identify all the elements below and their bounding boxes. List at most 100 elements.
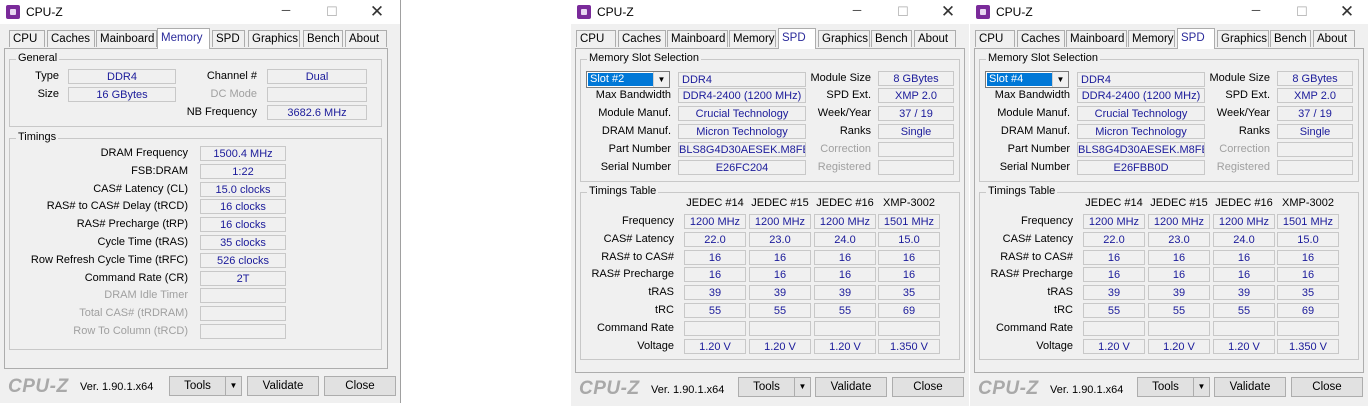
tab-about[interactable]: About bbox=[914, 30, 956, 47]
timing-cell: 23.0 bbox=[1148, 231, 1210, 247]
tab-bench[interactable]: Bench bbox=[303, 30, 343, 47]
tab-graphics[interactable]: Graphics bbox=[1217, 30, 1269, 47]
title-bar[interactable]: CPU-Z ─ ☐ ✕ bbox=[571, 0, 969, 24]
timing-label: Command Rate (CR) bbox=[84, 271, 188, 284]
tab-spd[interactable]: SPD bbox=[1177, 28, 1215, 49]
timings-group-title: Timings bbox=[16, 131, 59, 143]
version-label: Ver. 1.90.1.x64 bbox=[1050, 384, 1124, 396]
timing-value: 526 clocks bbox=[200, 252, 286, 268]
week-year-label: Week/Year bbox=[1216, 107, 1270, 119]
tab-caches[interactable]: Caches bbox=[1017, 30, 1065, 47]
validate-button[interactable]: Validate bbox=[1214, 377, 1286, 397]
tab-bench[interactable]: Bench bbox=[871, 30, 912, 47]
tab-cpu[interactable]: CPU bbox=[576, 30, 616, 47]
ranks-label: Ranks bbox=[839, 125, 871, 137]
timings-table-title: Timings Table bbox=[587, 185, 659, 197]
chevron-down-icon[interactable]: ▼ bbox=[1052, 72, 1068, 87]
timing-cell: 16 bbox=[878, 267, 940, 283]
cpuz-logo: CPU-Z bbox=[978, 378, 1039, 399]
tab-graphics[interactable]: Graphics bbox=[248, 30, 300, 47]
timing-cell: 15.0 bbox=[1277, 231, 1339, 247]
timing-cell: 1.20 V bbox=[1148, 338, 1210, 354]
timing-cell: 16 bbox=[1148, 249, 1210, 265]
timing-cell: 22.0 bbox=[684, 231, 746, 247]
tab-spd[interactable]: SPD bbox=[778, 28, 816, 49]
cpuz-app-icon bbox=[976, 5, 990, 19]
dc-mode-label: DC Mode bbox=[210, 88, 257, 100]
tab-mainboard[interactable]: Mainboard bbox=[667, 30, 728, 47]
timing-cell bbox=[814, 320, 876, 336]
tools-dropdown-icon[interactable]: ▼ bbox=[1193, 377, 1210, 397]
correction-label: Correction bbox=[1219, 143, 1270, 155]
title-bar[interactable]: CPU-Z ─ ☐ ✕ bbox=[0, 0, 400, 24]
module-type-value: DDR4 bbox=[678, 72, 806, 87]
timing-cell: 16 bbox=[1277, 249, 1339, 265]
minimize-icon[interactable]: ─ bbox=[275, 3, 297, 21]
validate-button[interactable]: Validate bbox=[247, 376, 319, 396]
timing-value: 16 clocks bbox=[200, 199, 286, 215]
close-button[interactable]: Close bbox=[1291, 377, 1363, 397]
slot-select[interactable]: Slot #2 ▼ bbox=[586, 71, 670, 88]
slot-select[interactable]: Slot #4 ▼ bbox=[985, 71, 1069, 88]
timing-row-label: tRC bbox=[655, 304, 674, 316]
timing-cell: 1200 MHz bbox=[814, 214, 876, 229]
tab-memory[interactable]: Memory bbox=[1128, 30, 1175, 47]
timing-row-label: Frequency bbox=[622, 215, 674, 227]
timings-group: Timings DRAM Frequency 1500.4 MHz FSB:DRAM… bbox=[9, 131, 382, 350]
tab-memory[interactable]: Memory bbox=[729, 30, 776, 47]
tab-cpu[interactable]: CPU bbox=[975, 30, 1015, 47]
tab-bench[interactable]: Bench bbox=[1270, 30, 1311, 47]
tab-cpu[interactable]: CPU bbox=[9, 30, 45, 47]
tab-mainboard[interactable]: Mainboard bbox=[1066, 30, 1127, 47]
close-button[interactable]: Close bbox=[324, 376, 396, 396]
tools-dropdown-icon[interactable]: ▼ bbox=[794, 377, 811, 397]
tab-about[interactable]: About bbox=[345, 30, 387, 47]
timing-cell: 55 bbox=[1213, 303, 1275, 318]
minimize-icon[interactable]: ─ bbox=[1245, 3, 1267, 21]
max-bandwidth-label: Max Bandwidth bbox=[994, 89, 1070, 101]
maximize-icon[interactable]: ☐ bbox=[1291, 3, 1313, 21]
module-manuf-value: Crucial Technology bbox=[1077, 106, 1205, 121]
timing-cell: 24.0 bbox=[814, 231, 876, 247]
ranks-value: Single bbox=[878, 124, 954, 139]
tab-caches[interactable]: Caches bbox=[618, 30, 666, 47]
tab-graphics[interactable]: Graphics bbox=[818, 30, 870, 47]
maximize-icon[interactable]: ☐ bbox=[321, 3, 343, 21]
timing-cell: 16 bbox=[814, 267, 876, 283]
close-window-icon[interactable]: ✕ bbox=[1336, 3, 1358, 21]
timing-cell bbox=[1083, 320, 1145, 336]
timing-cell bbox=[1213, 320, 1275, 336]
timing-cell: 69 bbox=[878, 303, 940, 318]
window-title: CPU-Z bbox=[26, 5, 63, 19]
tab-memory[interactable]: Memory bbox=[157, 28, 210, 49]
tab-about[interactable]: About bbox=[1313, 30, 1355, 47]
spd-panel: Memory Slot Selection Slot #4 ▼ DDR4 Max… bbox=[974, 48, 1364, 373]
minimize-icon[interactable]: ─ bbox=[846, 3, 868, 21]
tools-button[interactable]: Tools bbox=[1137, 377, 1194, 397]
timing-cell: 1200 MHz bbox=[1083, 214, 1145, 229]
tools-button[interactable]: Tools bbox=[169, 376, 226, 396]
tab-spd[interactable]: SPD bbox=[212, 30, 245, 47]
tools-dropdown-icon[interactable]: ▼ bbox=[225, 376, 242, 396]
timing-cell: 55 bbox=[684, 303, 746, 318]
tab-caches[interactable]: Caches bbox=[47, 30, 95, 47]
tools-button[interactable]: Tools bbox=[738, 377, 795, 397]
timing-cell: 1200 MHz bbox=[749, 214, 811, 229]
close-button[interactable]: Close bbox=[892, 377, 964, 397]
timing-value bbox=[200, 288, 286, 304]
cpuz-app-icon bbox=[6, 5, 20, 19]
footer-bar: CPU-Z Ver. 1.90.1.x64 Tools ▼ Validate C… bbox=[0, 373, 400, 399]
timing-label: Row Refresh Cycle Time (tRFC) bbox=[30, 253, 188, 266]
title-bar[interactable]: CPU-Z ─ ☐ ✕ bbox=[970, 0, 1368, 24]
validate-button[interactable]: Validate bbox=[815, 377, 887, 397]
cpuz-logo: CPU-Z bbox=[579, 378, 640, 399]
maximize-icon[interactable]: ☐ bbox=[892, 3, 914, 21]
timing-column-header: XMP-3002 bbox=[1282, 197, 1334, 209]
tab-mainboard[interactable]: Mainboard bbox=[96, 30, 157, 47]
close-window-icon[interactable]: ✕ bbox=[366, 3, 388, 21]
chevron-down-icon[interactable]: ▼ bbox=[653, 72, 669, 87]
type-value: DDR4 bbox=[68, 69, 176, 84]
module-type-value: DDR4 bbox=[1077, 72, 1205, 87]
close-window-icon[interactable]: ✕ bbox=[937, 3, 959, 21]
timing-value: 15.0 clocks bbox=[200, 181, 286, 197]
